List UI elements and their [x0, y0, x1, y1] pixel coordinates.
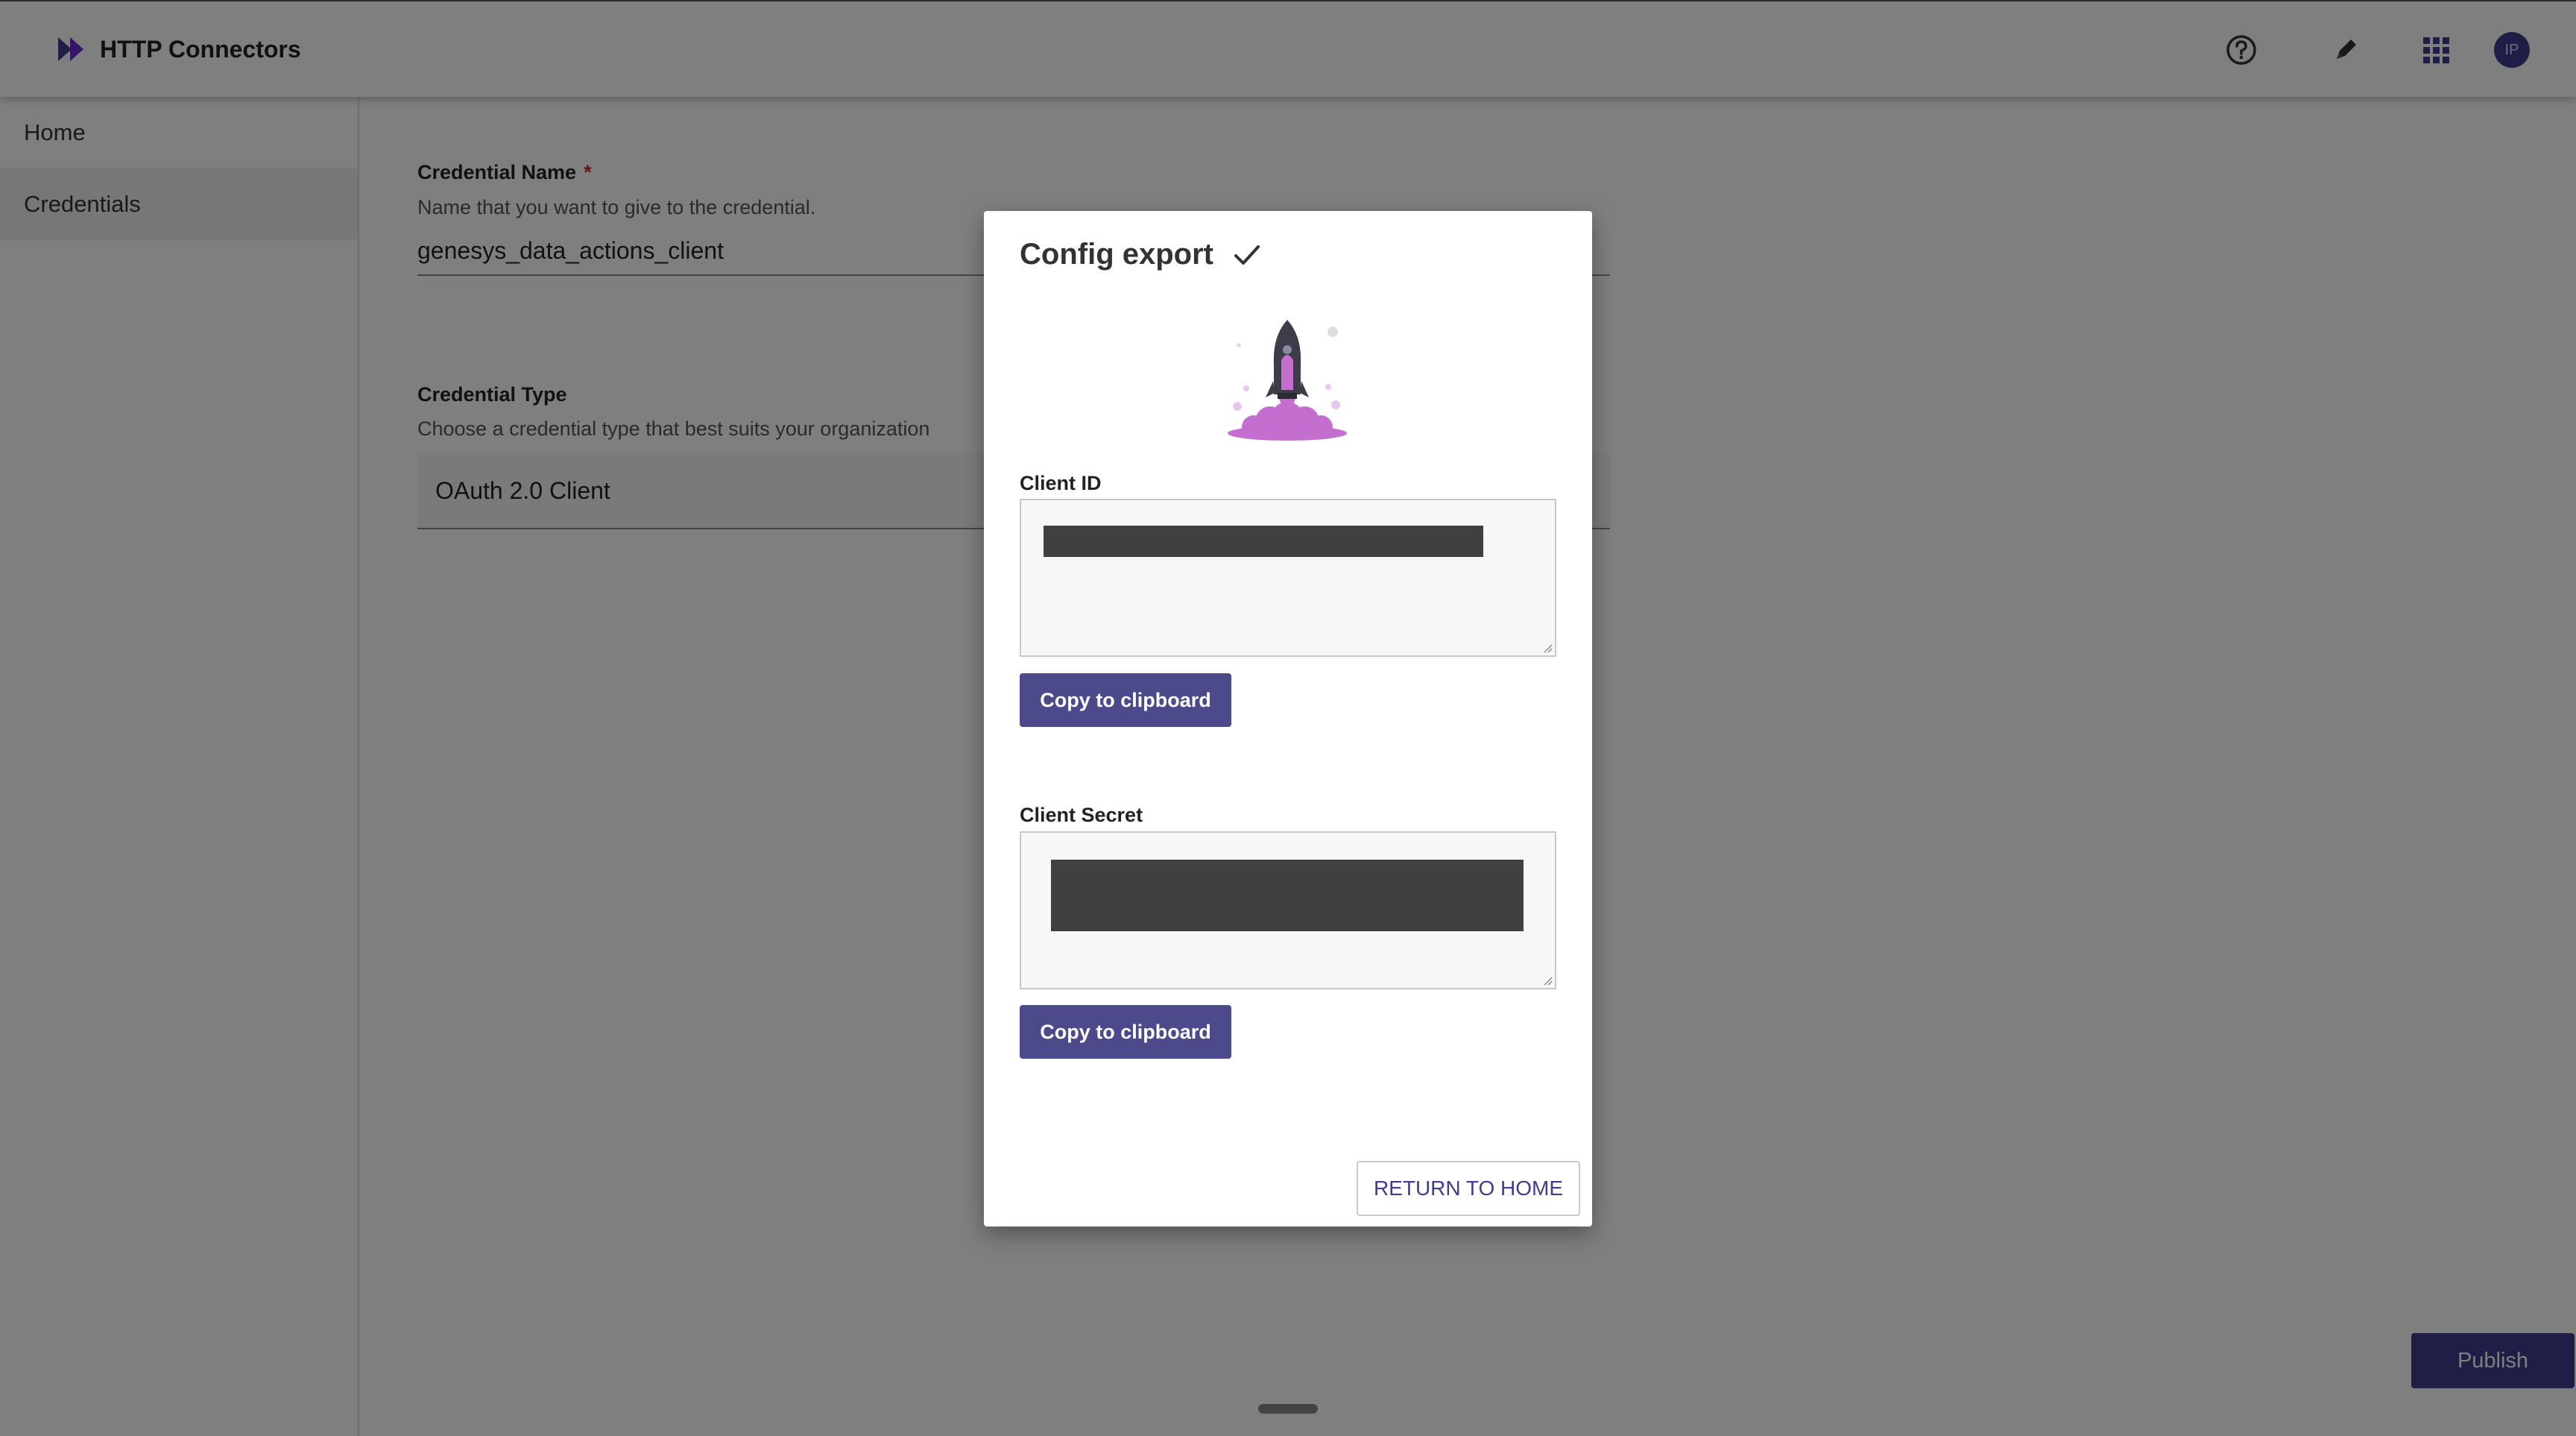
- copy-client-id-button[interactable]: Copy to clipboard: [1020, 673, 1231, 727]
- dialog-title-text: Config export: [1020, 238, 1213, 271]
- copy-client-secret-button[interactable]: Copy to clipboard: [1020, 1005, 1231, 1059]
- rocket-launch-icon: [1228, 320, 1347, 441]
- client-secret-redacted-value: [1051, 860, 1524, 931]
- client-secret-textarea[interactable]: [1020, 831, 1556, 989]
- client-secret-label: Client Secret: [1020, 804, 1143, 826]
- resize-grip-icon[interactable]: [1541, 642, 1553, 654]
- client-id-textarea[interactable]: [1020, 499, 1556, 657]
- return-to-home-button[interactable]: RETURN TO HOME: [1357, 1161, 1580, 1216]
- dialog-title: Config export: [1020, 238, 1263, 271]
- resize-grip-icon[interactable]: [1541, 974, 1553, 986]
- client-id-redacted-value: [1044, 526, 1483, 557]
- config-export-dialog: Config export Client ID Copy to clipboar…: [984, 211, 1592, 1226]
- checkmark-icon: [1234, 245, 1260, 265]
- client-id-label: Client ID: [1020, 472, 1102, 494]
